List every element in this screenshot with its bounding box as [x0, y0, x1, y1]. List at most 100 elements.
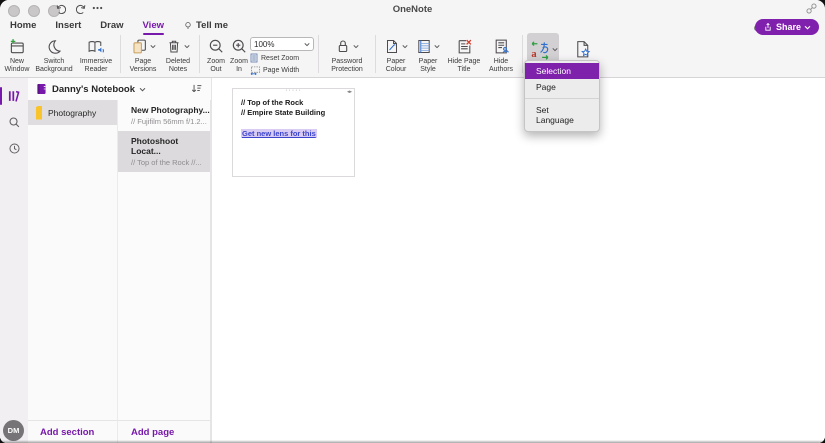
- lock-icon: [335, 38, 351, 55]
- chevron-down-icon: [434, 44, 440, 49]
- tab-home[interactable]: Home: [10, 20, 36, 31]
- paper-colour-icon: [384, 38, 400, 55]
- deleted-notes-button[interactable]: Deleted Notes: [161, 33, 195, 74]
- note-text-line[interactable]: // Top of the Rock: [241, 98, 346, 108]
- page-canvas[interactable]: ····· ◂▸ // Top of the Rock // Empire St…: [211, 78, 825, 443]
- add-page-button[interactable]: Add page: [131, 427, 174, 438]
- section-color-tab: [36, 106, 42, 120]
- chevron-down-icon: [552, 47, 558, 52]
- chevron-down-icon: [304, 42, 310, 47]
- ribbon: New Window Switch Background Immersive R…: [0, 33, 825, 77]
- hide-page-title-icon: [456, 35, 473, 58]
- password-protection-button[interactable]: Password Protection: [323, 33, 371, 74]
- menu-item-set-language[interactable]: Set Language: [525, 102, 599, 128]
- hide-authors-button[interactable]: Hide Authors: [484, 33, 518, 74]
- reset-zoom-label: Reset Zoom: [261, 55, 299, 62]
- sections-list: Photography: [28, 100, 118, 420]
- translate-group: a Selection Page Set Language: [527, 33, 559, 62]
- page-versions-button[interactable]: Page Versions: [125, 33, 161, 74]
- ribbon-divider: [318, 35, 319, 73]
- page-width-label: Page Width: [263, 67, 299, 74]
- svg-text:a: a: [531, 48, 537, 59]
- zoom-controls: 100% Reset Zoom Page Width: [250, 37, 314, 75]
- moon-icon: [46, 35, 62, 58]
- chevron-down-icon: [184, 44, 190, 49]
- notebook-name: Danny's Notebook: [52, 84, 135, 95]
- tab-view[interactable]: View: [143, 20, 164, 31]
- tell-me-label: Tell me: [196, 20, 228, 31]
- ribbon-divider: [375, 35, 376, 73]
- zoom-in-icon: [231, 35, 248, 58]
- note-hyperlink[interactable]: Get new lens for this: [241, 129, 317, 138]
- add-section-button[interactable]: Add section: [40, 427, 94, 438]
- page-item[interactable]: New Photography... // Fujifilm 56mm f/1.…: [118, 100, 210, 131]
- sort-icon[interactable]: [190, 82, 203, 95]
- notebooks-nav-button[interactable]: [0, 83, 28, 109]
- main-area: DM Danny's Notebook Photography New Phot…: [0, 78, 825, 443]
- page-item-selected[interactable]: Photoshoot Locat... // Top of the Rock /…: [118, 131, 210, 172]
- window-title: OneNote: [0, 4, 825, 15]
- zoom-out-button[interactable]: Zoom Out: [204, 33, 228, 74]
- new-window-icon: [8, 35, 26, 58]
- titlebar: OneNote: [0, 0, 825, 18]
- note-container[interactable]: ····· ◂▸ // Top of the Rock // Empire St…: [232, 88, 355, 177]
- share-chevron-icon: [804, 25, 811, 30]
- switch-background-button[interactable]: Switch Background: [32, 33, 76, 74]
- link-icon: [805, 2, 818, 15]
- recent-notes-nav-button[interactable]: [0, 135, 28, 161]
- window-chrome: OneNote Home Insert Draw View Tell me: [0, 0, 825, 78]
- tab-insert[interactable]: Insert: [55, 20, 81, 31]
- lightbulb-icon: [183, 20, 193, 32]
- chevron-down-icon: [353, 44, 359, 49]
- page-width-icon: [250, 66, 260, 75]
- section-item-photography[interactable]: Photography: [28, 100, 117, 125]
- chevron-down-icon: [402, 44, 408, 49]
- note-resize-icon[interactable]: ◂▸: [347, 89, 352, 95]
- reset-zoom-button[interactable]: Reset Zoom: [250, 53, 314, 63]
- note-text-line[interactable]: // Empire State Building: [241, 108, 346, 118]
- new-window-button[interactable]: New Window: [2, 33, 32, 74]
- ribbon-tabs: Home Insert Draw View Tell me: [0, 17, 825, 34]
- page-subtitle: // Fujifilm 56mm f/1.2...: [131, 117, 210, 126]
- tab-draw[interactable]: Draw: [100, 20, 123, 31]
- immersive-reader-button[interactable]: Immersive Reader: [76, 33, 116, 74]
- check-accessibility-button[interactable]: [565, 33, 599, 62]
- notebook-header[interactable]: Danny's Notebook: [28, 78, 211, 100]
- clock-icon: [8, 142, 21, 155]
- user-avatar[interactable]: DM: [3, 420, 24, 441]
- share-label: Share: [776, 22, 801, 32]
- pages-list: New Photography... // Fujifilm 56mm f/1.…: [118, 100, 211, 420]
- notebook-icon: [35, 82, 48, 96]
- zoom-in-button[interactable]: Zoom In: [228, 33, 250, 74]
- add-section-bar: Add section: [28, 420, 118, 443]
- page-subtitle: // Top of the Rock //...: [131, 158, 210, 167]
- paper-colour-button[interactable]: Paper Colour: [380, 33, 412, 74]
- tab-tell-me[interactable]: Tell me: [183, 20, 228, 32]
- menu-item-selection[interactable]: Selection: [525, 63, 599, 79]
- ribbon-divider: [120, 35, 121, 73]
- check-accessibility-icon: [572, 36, 593, 62]
- library-icon: [7, 89, 21, 103]
- immersive-reader-icon: [87, 35, 105, 58]
- note-drag-handle-icon[interactable]: ·····: [233, 88, 354, 94]
- translate-button[interactable]: a: [527, 33, 559, 62]
- share-icon: [763, 22, 773, 32]
- page-title: New Photography...: [131, 105, 210, 115]
- zoom-level-select[interactable]: 100%: [250, 37, 314, 51]
- nav-rail: DM: [0, 78, 29, 443]
- chevron-down-icon: [150, 44, 156, 49]
- search-icon: [8, 116, 21, 129]
- hide-page-title-button[interactable]: Hide Page Title: [444, 33, 484, 74]
- ribbon-divider: [522, 35, 523, 73]
- paper-style-button[interactable]: Hide Page Title Paper Style: [412, 33, 444, 74]
- page-width-button[interactable]: Page Width: [250, 65, 314, 75]
- chevron-down-icon: [139, 87, 146, 92]
- section-label: Photography: [48, 108, 96, 118]
- hide-authors-icon: [493, 35, 510, 58]
- menu-separator: [525, 98, 599, 99]
- zoom-out-icon: [208, 35, 225, 58]
- search-nav-button[interactable]: [0, 109, 28, 135]
- menu-item-page[interactable]: Page: [525, 79, 599, 95]
- page-versions-icon: [131, 38, 148, 55]
- zoom-level-value: 100%: [254, 40, 274, 49]
